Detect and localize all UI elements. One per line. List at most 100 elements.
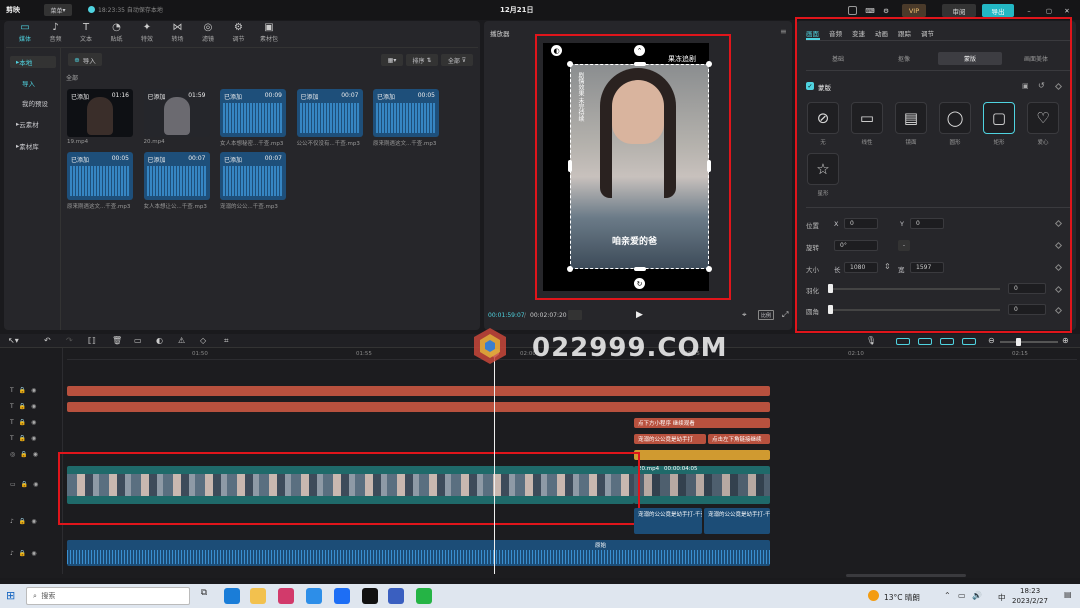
tool-0[interactable]: ▭ 媒体	[10, 22, 40, 44]
task-view-icon[interactable]: ⧉	[196, 588, 212, 604]
feather-slider[interactable]	[830, 288, 1000, 290]
clock-date[interactable]: 2023/2/27	[1012, 597, 1048, 605]
media-thumb-4[interactable]: 已添加 00:05	[373, 89, 439, 137]
app-icon-4[interactable]	[388, 588, 404, 604]
clock-time[interactable]: 18:23	[1020, 587, 1040, 595]
keyframe-diamond-size[interactable]	[1054, 263, 1063, 272]
lock-icon-1[interactable]: 🔒	[19, 403, 26, 410]
close-icon[interactable]: ✕	[1062, 4, 1072, 17]
mask-round-handle[interactable]: ⌃	[634, 45, 645, 56]
app-icon-1[interactable]	[278, 588, 294, 604]
explorer-icon[interactable]	[250, 588, 266, 604]
round-input[interactable]: 0	[1008, 304, 1046, 315]
lock-icon-6[interactable]: 🔒	[19, 518, 26, 525]
minimize-icon[interactable]: –	[1024, 4, 1034, 17]
mask-feather-handle[interactable]: ◐	[551, 45, 562, 56]
corner-bl[interactable]	[567, 266, 573, 272]
mask-option-5[interactable]: ♡	[1027, 102, 1059, 134]
feather-input[interactable]: 0	[1008, 283, 1046, 294]
app-icon-2[interactable]	[306, 588, 322, 604]
sub-tab-3[interactable]: 画面美体	[1004, 52, 1068, 65]
lock-icon-4[interactable]: 🔒	[20, 451, 27, 458]
layout-icon[interactable]	[845, 4, 859, 17]
sidebar-item-2[interactable]: 我的预设	[10, 97, 56, 109]
ratio-button[interactable]: 比例	[758, 310, 774, 320]
mask-option-3[interactable]: ◯	[939, 102, 971, 134]
menu-button[interactable]: 菜单 ▾	[44, 4, 72, 16]
sub-tab-1[interactable]: 抠像	[872, 52, 936, 65]
audio-clip-2[interactable]: 宠溺的公公竟是幼手打-千查	[704, 508, 770, 534]
reset-icon[interactable]: ↺	[1038, 81, 1045, 90]
select-tool-icon[interactable]: ↖▾	[8, 336, 19, 345]
lock-icon-0[interactable]: 🔒	[19, 387, 26, 394]
pos-y-input[interactable]: 0	[910, 218, 944, 229]
notification-icon[interactable]: ▤	[1064, 590, 1072, 599]
keyframe-diamond-pos[interactable]	[1054, 219, 1063, 228]
keyframe-diamond-rotate[interactable]	[1054, 241, 1063, 250]
vip-badge[interactable]: VIP	[902, 4, 926, 17]
input-lang[interactable]: 中	[998, 592, 1006, 603]
eye-icon-2[interactable]: ◉	[31, 419, 36, 426]
handle-bottom[interactable]	[634, 267, 646, 271]
eye-icon-3[interactable]: ◉	[31, 435, 36, 442]
filter-button[interactable]: 全部 ⊽	[441, 54, 473, 66]
reverse-icon[interactable]: ◐	[156, 336, 163, 345]
rotate-tool-icon[interactable]: ◇	[200, 336, 206, 345]
video-clip-main[interactable]	[67, 466, 634, 504]
prop-tab-3[interactable]: 动画	[875, 28, 888, 38]
keyframe-diamond-round[interactable]	[1054, 306, 1063, 315]
media-thumb-6[interactable]: 已添加 00:07	[143, 152, 210, 200]
zoom-out-icon[interactable]: ⊖	[988, 336, 995, 345]
media-thumb-3[interactable]: 已添加 00:07	[296, 89, 363, 137]
handle-left[interactable]	[568, 160, 572, 172]
tray-arrow-icon[interactable]: ⌃	[944, 591, 951, 600]
width-input[interactable]: 1080	[844, 262, 878, 273]
lock-icon-3[interactable]: 🔒	[19, 435, 26, 442]
keyboard-icon[interactable]: ⌨	[864, 4, 876, 17]
pos-x-input[interactable]: 0	[844, 218, 878, 229]
lock-icon-2[interactable]: 🔒	[19, 419, 26, 426]
sidebar-item-4[interactable]: ▸ 素材库	[10, 140, 56, 152]
windows-start-icon[interactable]: ⊞	[6, 589, 15, 602]
text-clip-3[interactable]: 点击左下角链接继续	[708, 434, 770, 444]
effect-clip[interactable]	[634, 450, 770, 460]
grid-view-icon[interactable]: ▦▾	[381, 54, 403, 66]
split-icon[interactable]: ⟦⟧	[88, 336, 96, 345]
height-input[interactable]: 1597	[910, 262, 944, 273]
corner-br[interactable]	[706, 266, 712, 272]
export-button[interactable]: 导出	[982, 4, 1014, 17]
rotate-dial-icon[interactable]: -	[898, 240, 910, 251]
mirror-icon[interactable]: ⚠	[178, 336, 185, 345]
prop-tab-0[interactable]: 画面	[806, 28, 819, 38]
sort-button[interactable]: 排序 ⇅	[406, 54, 438, 66]
text-track-2[interactable]	[67, 402, 770, 412]
import-button[interactable]: ⊕ 导入	[68, 53, 102, 66]
link-icon[interactable]: ⇕	[884, 262, 891, 271]
preview-axis-icon[interactable]	[962, 338, 976, 345]
rotate-input[interactable]: 0°	[834, 240, 878, 251]
crop-icon[interactable]: ⌗	[224, 336, 229, 346]
freeze-icon[interactable]: ▭	[134, 336, 142, 345]
round-slider-knob[interactable]	[828, 305, 833, 314]
feather-slider-knob[interactable]	[828, 284, 833, 293]
mic-icon[interactable]: 🎙	[866, 336, 876, 345]
undo-icon[interactable]: ↶	[44, 336, 51, 345]
tool-1[interactable]: ♪ 音频	[41, 22, 71, 44]
text-clip-2[interactable]: 宠溺的公公竟是幼手打	[634, 434, 706, 444]
link-main-track-icon[interactable]	[896, 338, 910, 345]
prop-tab-4[interactable]: 跟踪	[898, 28, 911, 38]
settings-icon[interactable]: ⚙	[880, 4, 892, 17]
focus-icon[interactable]: ⌖	[742, 310, 747, 320]
music-clip[interactable]: 原始	[67, 540, 770, 566]
mask-option-2[interactable]: ▤	[895, 102, 927, 134]
volume-icon[interactable]: 🔊	[972, 591, 982, 600]
media-thumb-0[interactable]: 已添加 01:16	[67, 89, 133, 137]
media-thumb-5[interactable]: 已添加 00:05	[67, 152, 133, 200]
zoom-slider[interactable]	[1000, 341, 1058, 343]
redo-icon[interactable]: ↷	[66, 336, 73, 345]
handle-top[interactable]	[634, 62, 646, 66]
mask-option-6[interactable]: ☆	[807, 153, 839, 185]
eye-icon-4[interactable]: ◉	[33, 451, 38, 458]
tool-2[interactable]: T 文本	[71, 22, 101, 44]
corner-tl[interactable]	[567, 61, 573, 67]
